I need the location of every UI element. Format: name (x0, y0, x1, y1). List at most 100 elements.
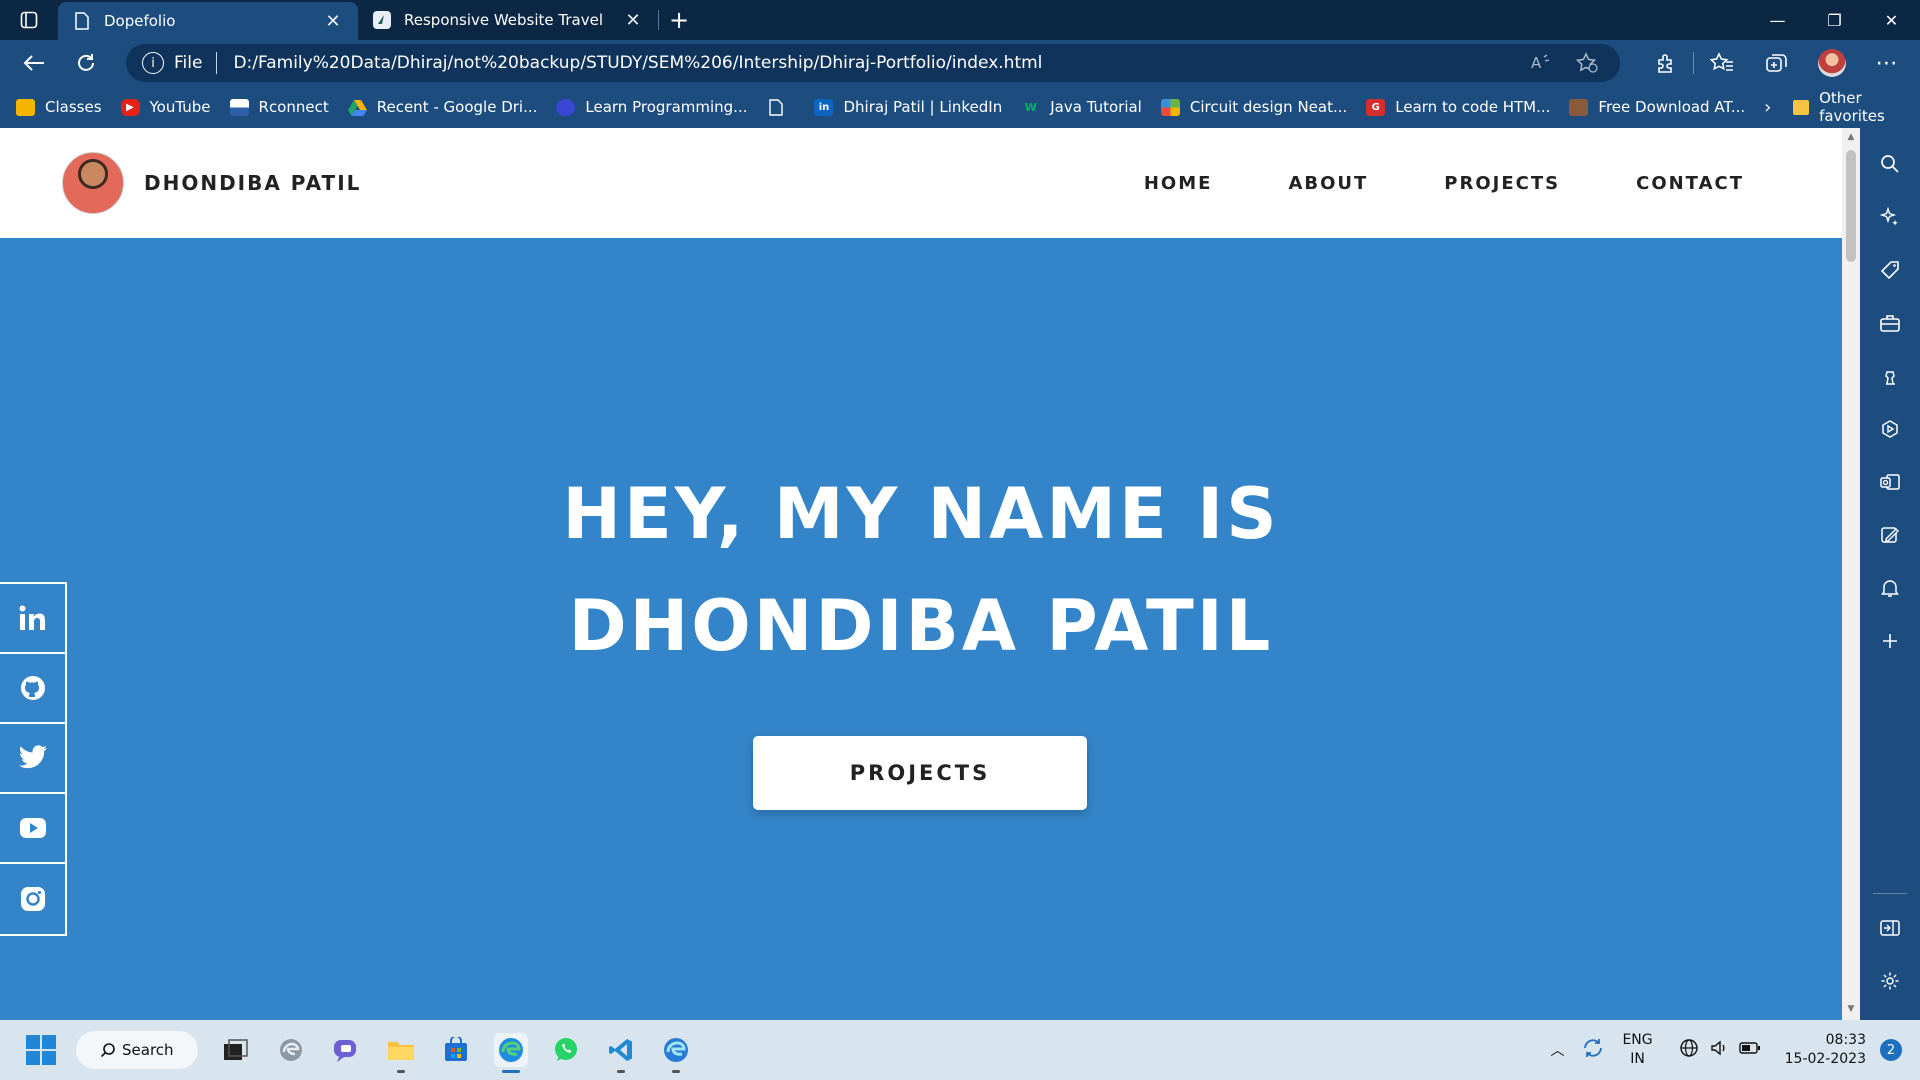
windows-start-button[interactable] (26, 1035, 56, 1065)
settings-more-button[interactable]: ⋯ (1859, 51, 1914, 76)
windows-taskbar: Search ︿ ENG IN 08:33 15-02-2023 2 (0, 1020, 1920, 1080)
drop-icon (1881, 527, 1899, 543)
sidebar-discover-button[interactable] (1870, 197, 1910, 237)
bookmark-label: Java Tutorial (1050, 98, 1142, 116)
taskbar-edge-beta[interactable] (274, 1033, 308, 1067)
taskbar-teams-chat[interactable] (329, 1033, 363, 1067)
region-code: IN (1630, 1051, 1645, 1067)
youtube-link[interactable] (0, 794, 65, 864)
nav-contact-link[interactable]: CONTACT (1636, 173, 1744, 194)
volume-icon[interactable] (1709, 1038, 1729, 1062)
taskbar-file-explorer[interactable] (384, 1033, 418, 1073)
read-aloud-icon[interactable]: A (1524, 53, 1558, 73)
tab-actions-menu-button[interactable] (0, 0, 58, 40)
sidebar-settings-button[interactable] (1870, 961, 1910, 1001)
chat-icon (334, 1040, 356, 1062)
github-link[interactable] (0, 654, 65, 724)
bookmark-linkedin[interactable]: in Dhiraj Patil | LinkedIn (814, 98, 1002, 116)
address-bar[interactable]: i File D:/Family%20Data/Dhiraj/not%20bac… (126, 44, 1620, 82)
sidebar-drop-button[interactable] (1870, 515, 1910, 555)
collections-button[interactable] (1749, 52, 1804, 74)
profile-button[interactable] (1804, 49, 1859, 77)
scroll-up-arrow-icon[interactable]: ▲ (1846, 132, 1856, 142)
taskbar-edge[interactable] (494, 1033, 528, 1073)
linkedin-link[interactable] (0, 584, 65, 654)
battery-icon[interactable] (1738, 1041, 1761, 1059)
sidebar-microsoft365-button[interactable] (1870, 409, 1910, 449)
taskbar-edge-dev[interactable] (659, 1033, 693, 1073)
nav-projects-link[interactable]: PROJECTS (1444, 173, 1560, 194)
taskbar-microsoft-store[interactable] (439, 1033, 473, 1067)
taskbar-vscode[interactable] (604, 1033, 638, 1073)
sidebar-hide-button[interactable] (1870, 908, 1910, 948)
profile-photo[interactable] (62, 152, 124, 214)
sidebar-search-button[interactable] (1870, 144, 1910, 184)
bookmark-java-tutorial[interactable]: w Java Tutorial (1021, 98, 1142, 116)
sidebar-notifications-button[interactable] (1870, 568, 1910, 608)
bookmark-learn-to-code[interactable]: G Learn to code HTM... (1366, 98, 1550, 116)
sidebar-outlook-button[interactable] (1870, 462, 1910, 502)
close-tab-icon[interactable]: ✕ (622, 10, 644, 31)
task-view-button[interactable] (219, 1033, 253, 1067)
bookmark-label: Rconnect (258, 98, 329, 116)
whatsapp-icon (555, 1038, 577, 1061)
close-window-button[interactable]: ✕ (1863, 0, 1920, 40)
show-hidden-icons-chevron-icon[interactable]: ︿ (1550, 1040, 1564, 1060)
close-tab-icon[interactable]: ✕ (322, 11, 344, 32)
nav-home-link[interactable]: HOME (1144, 173, 1213, 194)
taskbar-clock[interactable]: 08:33 15-02-2023 (1785, 1031, 1866, 1069)
puzzle-icon (1657, 54, 1672, 73)
new-tab-button[interactable]: + (659, 0, 699, 40)
instagram-link[interactable] (0, 864, 65, 934)
bookmark-circuit-design[interactable]: Circuit design Neat... (1160, 98, 1347, 116)
projects-button[interactable]: PROJECTS (753, 736, 1087, 810)
notification-badge[interactable]: 2 (1880, 1039, 1902, 1061)
more-bookmarks-chevron-icon[interactable]: › (1764, 97, 1771, 118)
restore-button[interactable]: ❐ (1806, 0, 1863, 40)
url-text[interactable]: D:/Family%20Data/Dhiraj/not%20backup/STU… (233, 53, 1524, 73)
network-globe-icon[interactable] (1679, 1038, 1699, 1062)
bookmark-rconnect[interactable]: Rconnect (229, 98, 329, 116)
bookmark-google-drive[interactable]: Recent - Google Dri... (347, 98, 537, 116)
input-language[interactable]: ENG IN (1622, 1031, 1652, 1069)
refresh-button[interactable] (60, 43, 112, 83)
taskbar-whatsapp[interactable] (549, 1033, 583, 1067)
sync-icon[interactable] (1582, 1037, 1604, 1063)
refresh-icon (78, 54, 94, 71)
site-info-icon[interactable]: i (142, 52, 164, 74)
minimize-button[interactable]: — (1749, 0, 1806, 40)
site-logo-name[interactable]: DHONDIBA PATIL (144, 171, 361, 195)
bookmark-label: YouTube (149, 98, 211, 116)
bookmark-classes[interactable]: Classes (16, 98, 102, 116)
scroll-down-arrow-icon[interactable]: ▼ (1846, 1004, 1856, 1014)
add-favorite-icon[interactable] (1570, 52, 1604, 74)
bookmark-page[interactable] (766, 98, 795, 116)
sidebar-tools-button[interactable] (1870, 303, 1910, 343)
other-favorites-folder[interactable]: Other favorites (1793, 89, 1908, 125)
travel-site-icon (372, 10, 392, 30)
page-scrollbar[interactable]: ▲ ▼ (1842, 128, 1860, 1020)
bookmark-youtube[interactable]: ▶ YouTube (120, 98, 211, 116)
extensions-button[interactable] (1638, 52, 1693, 74)
github-icon (20, 676, 45, 700)
back-button[interactable] (8, 43, 60, 83)
sidebar-divider (1873, 893, 1907, 894)
tab-dopefolio[interactable]: Dopefolio ✕ (58, 2, 358, 40)
scrollbar-thumb[interactable] (1846, 150, 1856, 262)
tab-responsive-website-travel[interactable]: Responsive Website Travel ✕ (358, 0, 658, 40)
sidebar-add-button[interactable] (1870, 621, 1910, 661)
sidebar-games-button[interactable] (1870, 356, 1910, 396)
nav-about-link[interactable]: ABOUT (1288, 173, 1368, 194)
avatar (1817, 49, 1846, 77)
favorites-button[interactable] (1694, 52, 1749, 74)
back-arrow-icon (23, 55, 44, 71)
twitter-link[interactable] (0, 724, 65, 794)
edge-dev-icon (664, 1038, 688, 1062)
clock-date: 15-02-2023 (1784, 1051, 1866, 1067)
bookmark-free-download[interactable]: Free Download AT... (1569, 98, 1745, 116)
taskbar-search[interactable]: Search (76, 1031, 198, 1069)
bookmark-learn-programming[interactable]: Learn Programming... (556, 98, 747, 116)
bookmarks-bar: Classes ▶ YouTube Rconnect Recent - Googl… (0, 86, 1920, 128)
sidebar-shopping-button[interactable] (1870, 250, 1910, 290)
page-icon (766, 98, 785, 116)
